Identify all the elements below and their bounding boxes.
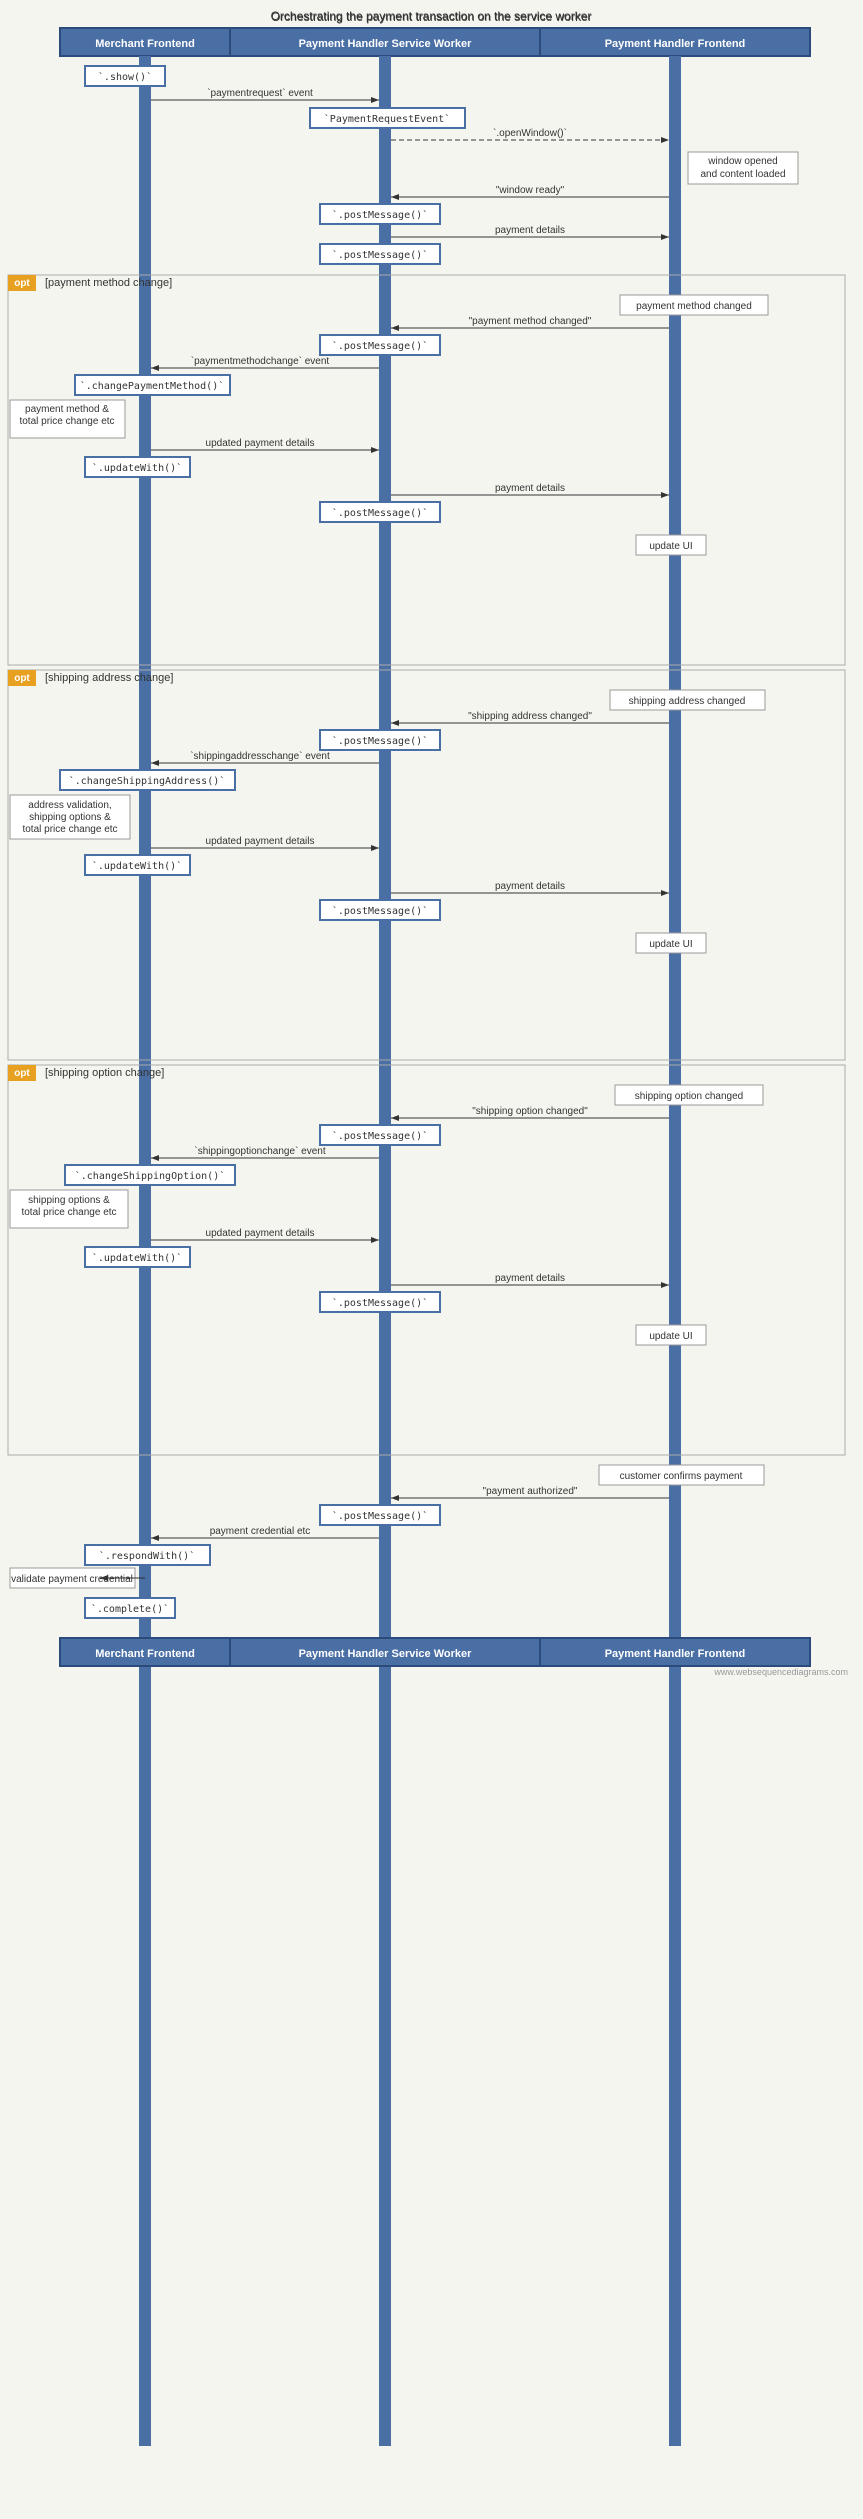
- watermark: www.websequencediagrams.com: [713, 1667, 848, 1677]
- payment-auth-label: "payment authorized": [483, 1486, 578, 1497]
- pm-details-2-label: payment details: [495, 483, 565, 494]
- so-details-label: payment details: [495, 1273, 565, 1284]
- shipping-addr-changed-label: shipping address changed: [629, 696, 746, 707]
- frontend-lifeline: [669, 56, 681, 2446]
- updatewith-3-label: `.updateWith()`: [92, 1252, 182, 1264]
- respondwith-label: `.respondWith()`: [99, 1550, 195, 1562]
- sw-header-label: Payment Handler Service Worker: [299, 38, 473, 50]
- change-pm-label: `.changePaymentMethod()`: [80, 380, 225, 392]
- so-options-line1: shipping options &: [28, 1195, 110, 1206]
- so-postmessage-label: `.postMessage()`: [332, 1130, 428, 1142]
- window-ready-label: "window ready": [496, 185, 565, 196]
- updatewith-2-label: `.updateWith()`: [92, 860, 182, 872]
- addr-val-line2: shipping options &: [29, 812, 111, 823]
- addr-val-line1: address validation,: [28, 800, 111, 811]
- diagram-container: Orchestrating the payment transaction on…: [0, 0, 863, 2519]
- post-message-2-label: `.postMessage()`: [332, 249, 428, 261]
- payment-request-event-label: `PaymentRequestEvent`: [324, 113, 450, 125]
- paymentrequest-label: `paymentrequest` event: [207, 87, 313, 99]
- so-options-line2: total price change etc: [21, 1207, 116, 1218]
- validate-label: validate payment credential: [11, 1574, 133, 1585]
- opt3-badge-label: opt: [14, 1068, 30, 1079]
- so-changed-label: "shipping option changed": [472, 1106, 588, 1117]
- change-sa-label: `.changeShippingAddress()`: [69, 775, 226, 787]
- update-ui-3-label: update UI: [649, 1331, 692, 1342]
- title-text: Orchestrating the payment transaction on…: [271, 9, 592, 23]
- complete-label: `.complete()`: [91, 1603, 169, 1615]
- change-so-label: `.changeShippingOption()`: [75, 1170, 226, 1182]
- update-ui-2-label: update UI: [649, 939, 692, 950]
- credential-label: payment credential etc: [210, 1526, 311, 1537]
- updated-sa-label: updated payment details: [206, 836, 315, 847]
- updated-pm-label: updated payment details: [206, 438, 315, 449]
- opt3-section-label: [shipping option change]: [45, 1067, 164, 1079]
- shipping-opt-changed-label: shipping option changed: [635, 1091, 743, 1102]
- sa-postmessage-label: `.postMessage()`: [332, 735, 428, 747]
- addr-val-line3: total price change etc: [22, 824, 117, 835]
- frontend-header-label: Payment Handler Frontend: [605, 38, 746, 50]
- pm-total-line1: payment method &: [25, 404, 109, 415]
- update-ui-1-label: update UI: [649, 541, 692, 552]
- window-opened-line1: window opened: [707, 156, 778, 167]
- customer-confirms-label: customer confirms payment: [620, 1471, 743, 1482]
- post-message-1-label: `.postMessage()`: [332, 209, 428, 221]
- sa-details-label: payment details: [495, 881, 565, 892]
- so-event-label: `shippingoptionchange` event: [194, 1145, 325, 1157]
- pm-postmessage-2-label: `.postMessage()`: [332, 507, 428, 519]
- sa-postmessage-2-label: `.postMessage()`: [332, 905, 428, 917]
- opt1-section-label: [payment method change]: [45, 277, 172, 289]
- auth-postmessage-label: `.postMessage()`: [332, 1510, 428, 1522]
- so-postmessage-2-label: `.postMessage()`: [332, 1297, 428, 1309]
- pmchange-event-label: `paymentmethodchange` event: [191, 355, 330, 367]
- payment-method-changed-label: payment method changed: [636, 301, 752, 312]
- sa-event-label: `shippingaddresschange` event: [190, 750, 330, 762]
- pm-changed-label: "payment method changed": [469, 316, 592, 327]
- show-label: `.show()`: [98, 71, 152, 83]
- payment-details-1-label: payment details: [495, 225, 565, 236]
- merchant-header-label: Merchant Frontend: [95, 38, 195, 50]
- pm-postmessage-label: `.postMessage()`: [332, 340, 428, 352]
- updatewith-1-label: `.updateWith()`: [92, 462, 182, 474]
- opt2-badge-label: opt: [14, 673, 30, 684]
- sequence-diagram-svg: Orchestrating the payment transaction on…: [0, 0, 863, 2519]
- window-opened-line2: and content loaded: [700, 169, 785, 180]
- updated-so-label: updated payment details: [206, 1228, 315, 1239]
- openwindow-label: `.openWindow()`: [493, 127, 567, 139]
- merchant-footer-label: Merchant Frontend: [95, 1648, 195, 1660]
- sa-changed-label: "shipping address changed": [468, 711, 592, 722]
- sw-lifeline: [379, 56, 391, 2446]
- opt1-badge-label: opt: [14, 278, 30, 289]
- pm-total-line2: total price change etc: [19, 416, 114, 427]
- sw-footer-label: Payment Handler Service Worker: [299, 1648, 473, 1660]
- opt2-section-label: [shipping address change]: [45, 672, 173, 684]
- frontend-footer-label: Payment Handler Frontend: [605, 1648, 746, 1660]
